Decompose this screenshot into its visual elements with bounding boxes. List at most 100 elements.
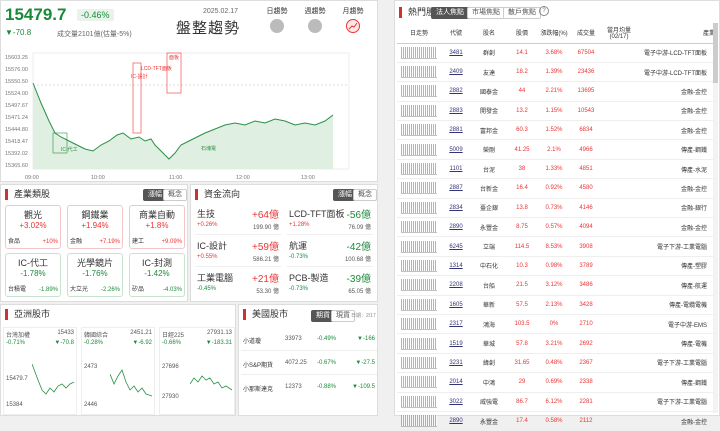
table-row[interactable]: 3022 威強電 86.7 6.12% 2281 電子下游-工業電腦 [397,392,715,412]
col-price[interactable]: 股價 [507,23,537,43]
stock-code[interactable]: 3231 [441,353,471,372]
table-row[interactable]: 2409 友達 18.2 1.39% 23436 電子中游-LCD-TFT面板 [397,62,715,82]
stock-price: 57.5 [516,301,528,308]
scrollbar[interactable] [713,23,718,413]
table-row[interactable]: 2890 永豐金 17.4 0.58% 2112 金融-金控 [397,411,715,431]
col-pct[interactable]: 漲跌幅(%) [537,23,571,43]
table-row[interactable]: 5009 榮剛 41.25 2.1% 4966 傳產-鋼鐵 [397,140,715,160]
table-row[interactable]: 2882 國泰金 44 2.21% 13695 金融-金控 [397,82,715,102]
table-row[interactable]: 2883 開發金 13.2 1.15% 10543 金融-金控 [397,101,715,121]
industry-card[interactable]: 商業自動 +1.8% 建工 +9.09% [129,205,185,249]
stock-code[interactable]: 1519 [441,334,471,353]
fund-card[interactable]: IC-設計 +59億 +0.55% 586.21 億 [195,237,281,267]
industry-tab-concept[interactable]: 概念 [163,189,187,201]
table-row[interactable]: 2890 永豐金 8.75 0.57% 4094 金融-金控 [397,218,715,237]
sparkline-icon [401,259,437,272]
stock-name: 中鴻 [482,380,495,387]
table-row[interactable]: 1314 中石化 10.3 0.98% 3789 傳產-塑膠 [397,256,715,276]
table-row[interactable]: 1519 華城 57.8 3.21% 2692 傳產-電機 [397,334,715,354]
stock-industry: 傳產-航運 [681,283,707,290]
asia-card[interactable]: 韓國綜合 2451.21 -0.28% ▼-6.92 2473 2446 [81,327,155,415]
fund-card[interactable]: LCD-TFT面板 -56億 +1.28% 76.09 億 [287,205,373,235]
industry-card[interactable]: IC-代工 -1.78% 台積電 -1.89% [5,253,61,297]
stock-pct: 1.39% [545,69,563,76]
fund-card[interactable]: PCB-製造 -39億 -0.73% 65.05 億 [287,269,373,299]
help-icon[interactable]: ? [539,6,549,16]
hot-tab-market[interactable]: 市場焦點 [467,7,505,19]
trend-week-button[interactable]: 週趨勢 [301,6,329,33]
hot-tab-institutional[interactable]: 法人焦點 [431,7,469,19]
stock-code[interactable]: 2834 [441,198,471,217]
stock-code[interactable]: 2409 [441,62,471,81]
table-row[interactable]: 2014 中鴻 29 0.69% 2338 傳產-鋼鐵 [397,373,715,393]
col-industry[interactable]: 產業 [637,23,715,43]
stock-pct: 3.21% [545,340,563,347]
stock-pct: 0.92% [545,185,563,192]
us-row[interactable]: 小道瓊 33973 -0.49% ▼-166 [241,329,377,351]
stock-code[interactable]: 1605 [441,295,471,314]
us-row[interactable]: 小那斯達克 12373 -0.88% ▼-109.5 [241,377,377,399]
index-value: 15479.7 [5,5,67,24]
fund-card[interactable]: 工業電腦 +21億 -0.45% 53.30 億 [195,269,281,299]
asia-card[interactable]: 日經225 27931.13 -0.66% ▼-183.31 27696 279… [159,327,235,415]
table-row[interactable]: 2834 臺企銀 13.8 0.73% 4146 金融-銀行 [397,198,715,218]
col-trend[interactable]: 日走勢 [397,23,441,43]
stock-pct: 3.12% [545,282,563,289]
stock-code[interactable]: 2317 [441,314,471,333]
stock-volume: 4146 [579,204,593,211]
fund-card[interactable]: 航運 -42億 -0.73% 100.68 億 [287,237,373,267]
sparkline-cell [397,159,441,178]
stock-code[interactable]: 2887 [441,179,471,198]
col-code[interactable]: 代號 [441,23,471,43]
table-row[interactable]: 6245 立端 114.5 8.53% 3908 電子下游-工業電腦 [397,237,715,257]
stock-avg-volume [601,43,637,62]
stock-pct: 3.68% [545,49,563,56]
col-volume[interactable]: 成交量 [571,23,601,43]
sparkline-icon [401,279,437,292]
stock-code[interactable]: 2881 [441,121,471,140]
industry-card[interactable]: IC-封測 -1.42% 矽品 -4.03% [129,253,185,297]
trend-month-button[interactable]: 月趨勢 [339,6,367,33]
stock-code[interactable]: 1314 [441,256,471,275]
fund-tab-concept[interactable]: 概念 [353,189,377,201]
stock-price: 31.65 [514,359,530,366]
us-row[interactable]: 小S&P期貨 4072.25 -0.67% ▼-27.5 [241,353,377,375]
table-row[interactable]: 1101 台泥 38 1.33% 4851 傳產-水泥 [397,159,715,179]
table-row[interactable]: 2208 台船 21.5 3.12% 3486 傳產-航運 [397,276,715,296]
stock-code[interactable]: 2890 [441,411,471,430]
stock-avg-volume [601,411,637,430]
table-row[interactable]: 2317 鴻海 103.5 0% 2710 電子中游-EMS [397,314,715,334]
trend-day-button[interactable]: 日趨勢 [263,6,291,33]
col-name[interactable]: 股名 [471,23,507,43]
table-row[interactable]: 2887 台新金 16.4 0.92% 4580 金融-金控 [397,179,715,199]
stock-code[interactable]: 2890 [441,218,471,237]
stock-code[interactable]: 6245 [441,237,471,256]
y-tick: 15365.60 [5,163,28,169]
stock-code[interactable]: 2208 [441,276,471,295]
stock-code[interactable]: 3022 [441,392,471,411]
industry-card[interactable]: 鋼鐵業 +1.94% 金融 +7.19% [67,205,123,249]
trend-up-icon [346,19,360,33]
col-avg-volume[interactable]: 當月均量(02/17) [601,23,637,43]
stock-code[interactable]: 3481 [441,43,471,62]
industry-card[interactable]: 觀光 +3.02% 食品 +10% [5,205,61,249]
stock-code[interactable]: 2883 [441,101,471,120]
table-row[interactable]: 3231 緯創 31.65 0.48% 2367 電子下游-工業電腦 [397,353,715,373]
stock-code[interactable]: 5009 [441,140,471,159]
sparkline-cell [397,276,441,295]
stock-code[interactable]: 2014 [441,373,471,392]
sparkline-icon [401,66,437,79]
table-row[interactable]: 3481 群創 14.1 3.68% 67504 電子中游-LCD-TFT面板 [397,43,715,63]
stock-code[interactable]: 1101 [441,159,471,178]
table-header-row: 日走勢 代號 股名 股價 漲跌幅(%) 成交量 當月均量(02/17) 產業 [397,23,715,43]
y-tick: 15524.00 [5,91,28,97]
stock-code[interactable]: 2882 [441,82,471,101]
table-row[interactable]: 1605 華新 57.5 2.13% 3428 傳產-電纜電機 [397,295,715,315]
stock-pct: 8.53% [545,243,563,250]
fund-card[interactable]: 生技 +64億 +0.26% 199.90 億 [195,205,281,235]
hot-title: 熱門股 [399,7,435,18]
industry-card[interactable]: 光學鏡片 -1.76% 大立光 -2.26% [67,253,123,297]
asia-card[interactable]: 台灣加權 15433 -0.71% ▼-70.8 15479.7 15384 [3,327,77,415]
hot-tab-retail[interactable]: 散戶焦點 [503,7,541,19]
table-row[interactable]: 2881 富邦金 60.3 1.52% 6834 金融-金控 [397,121,715,140]
